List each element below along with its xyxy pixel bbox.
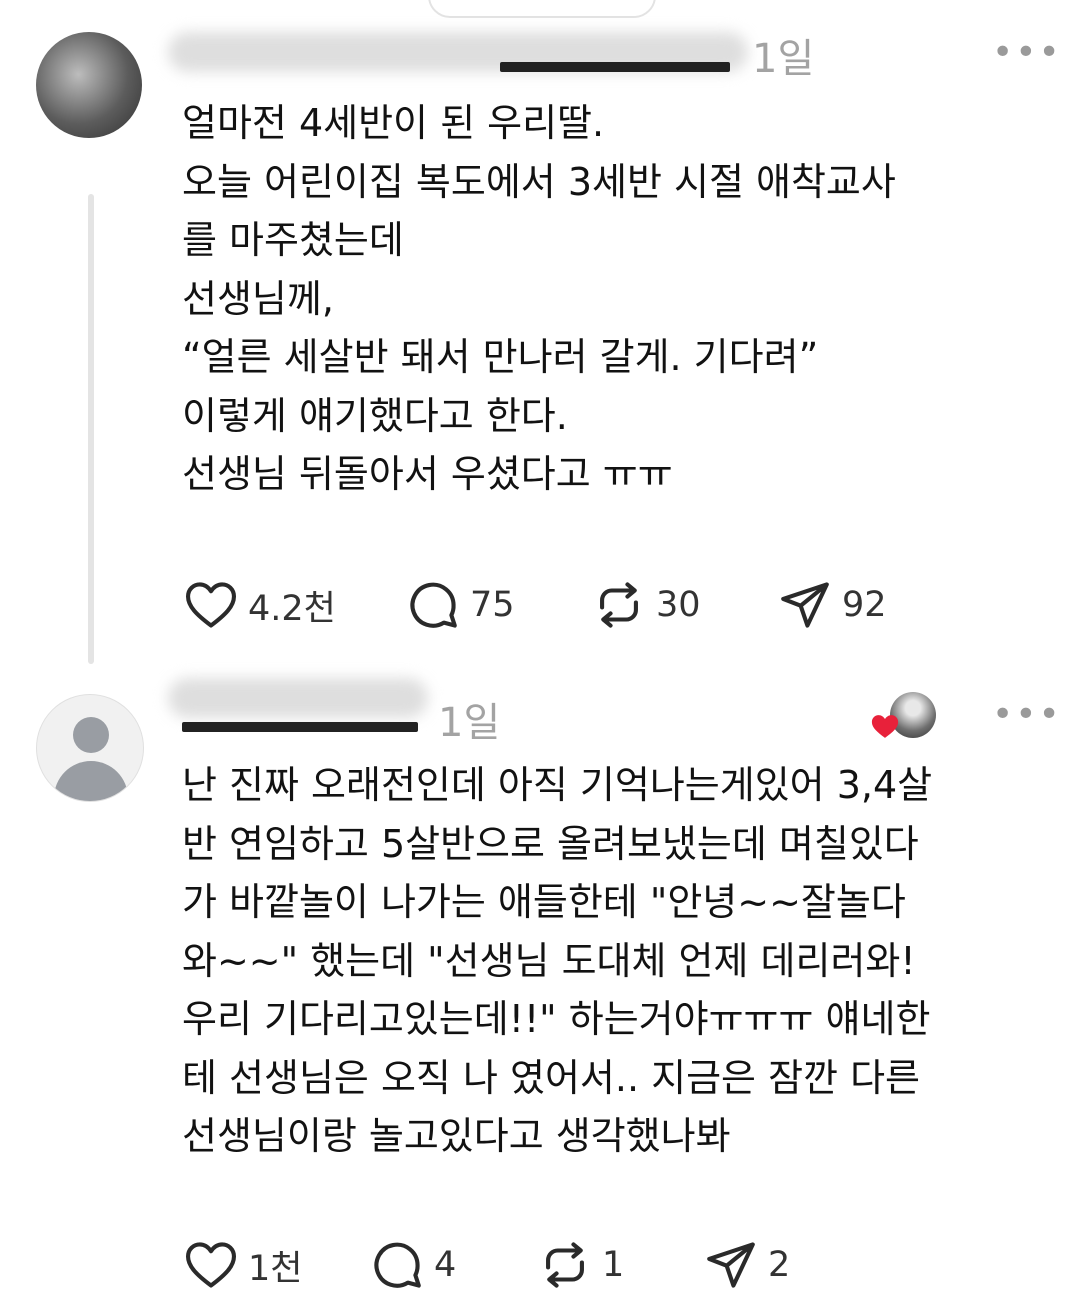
like-button[interactable]: 4.2천 <box>182 576 336 634</box>
comment-icon <box>374 1242 421 1288</box>
post: 1일 ••• 얼마전 4세반이 된 우리딸. 오늘 어린이집 복도에서 3세반 … <box>0 0 1080 670</box>
more-icon[interactable]: ••• <box>992 694 1062 735</box>
heart-icon <box>185 582 237 628</box>
comment-icon <box>410 582 457 628</box>
post-actions: 1천 4 1 2 <box>182 1236 942 1296</box>
like-count: 1천 <box>248 1248 303 1289</box>
username-fragment <box>500 62 730 72</box>
avatar-body-shape <box>54 761 128 801</box>
share-icon <box>707 1242 755 1288</box>
repost-icon <box>546 1242 584 1288</box>
like-button[interactable]: 1천 <box>182 1236 302 1294</box>
avatar[interactable] <box>36 694 144 802</box>
comment-button[interactable]: 75 <box>404 576 515 634</box>
repost-button[interactable]: 30 <box>590 576 701 634</box>
repost-count: 30 <box>656 585 701 625</box>
thread-line <box>88 194 94 664</box>
share-icon <box>781 582 829 628</box>
post-text: 얼마전 4세반이 된 우리딸. 오늘 어린이집 복도에서 3세반 시절 애착교사… <box>182 101 896 496</box>
repost-icon <box>600 582 638 628</box>
timestamp: 1일 <box>752 36 815 82</box>
post: 1일 ••• 난 진짜 오래전인데 아직 기억나는게있어 3,4살 반 연임하고… <box>0 670 1080 1289</box>
avatar[interactable] <box>36 32 142 138</box>
like-count: 4.2천 <box>248 588 336 629</box>
share-count: 92 <box>842 585 887 625</box>
post-actions: 4.2천 75 30 92 <box>182 576 942 636</box>
username-redacted <box>168 678 428 718</box>
repost-button[interactable]: 1 <box>536 1236 624 1294</box>
share-button[interactable]: 92 <box>776 576 887 634</box>
comment-count: 4 <box>434 1245 457 1285</box>
comment-count: 75 <box>470 585 515 625</box>
heart-icon <box>185 1242 237 1288</box>
repost-count: 1 <box>602 1245 625 1285</box>
more-icon[interactable]: ••• <box>992 32 1062 73</box>
share-count: 2 <box>768 1245 791 1285</box>
share-button[interactable]: 2 <box>702 1236 790 1294</box>
heart-badge-icon <box>871 715 899 738</box>
comment-button[interactable]: 4 <box>368 1236 456 1294</box>
timestamp: 1일 <box>438 700 501 746</box>
avatar-head-shape <box>73 717 109 753</box>
username-fragment <box>182 722 418 732</box>
post-text: 난 진짜 오래전인데 아직 기억나는게있어 3,4살 반 연임하고 5살반으로 … <box>182 763 933 1158</box>
